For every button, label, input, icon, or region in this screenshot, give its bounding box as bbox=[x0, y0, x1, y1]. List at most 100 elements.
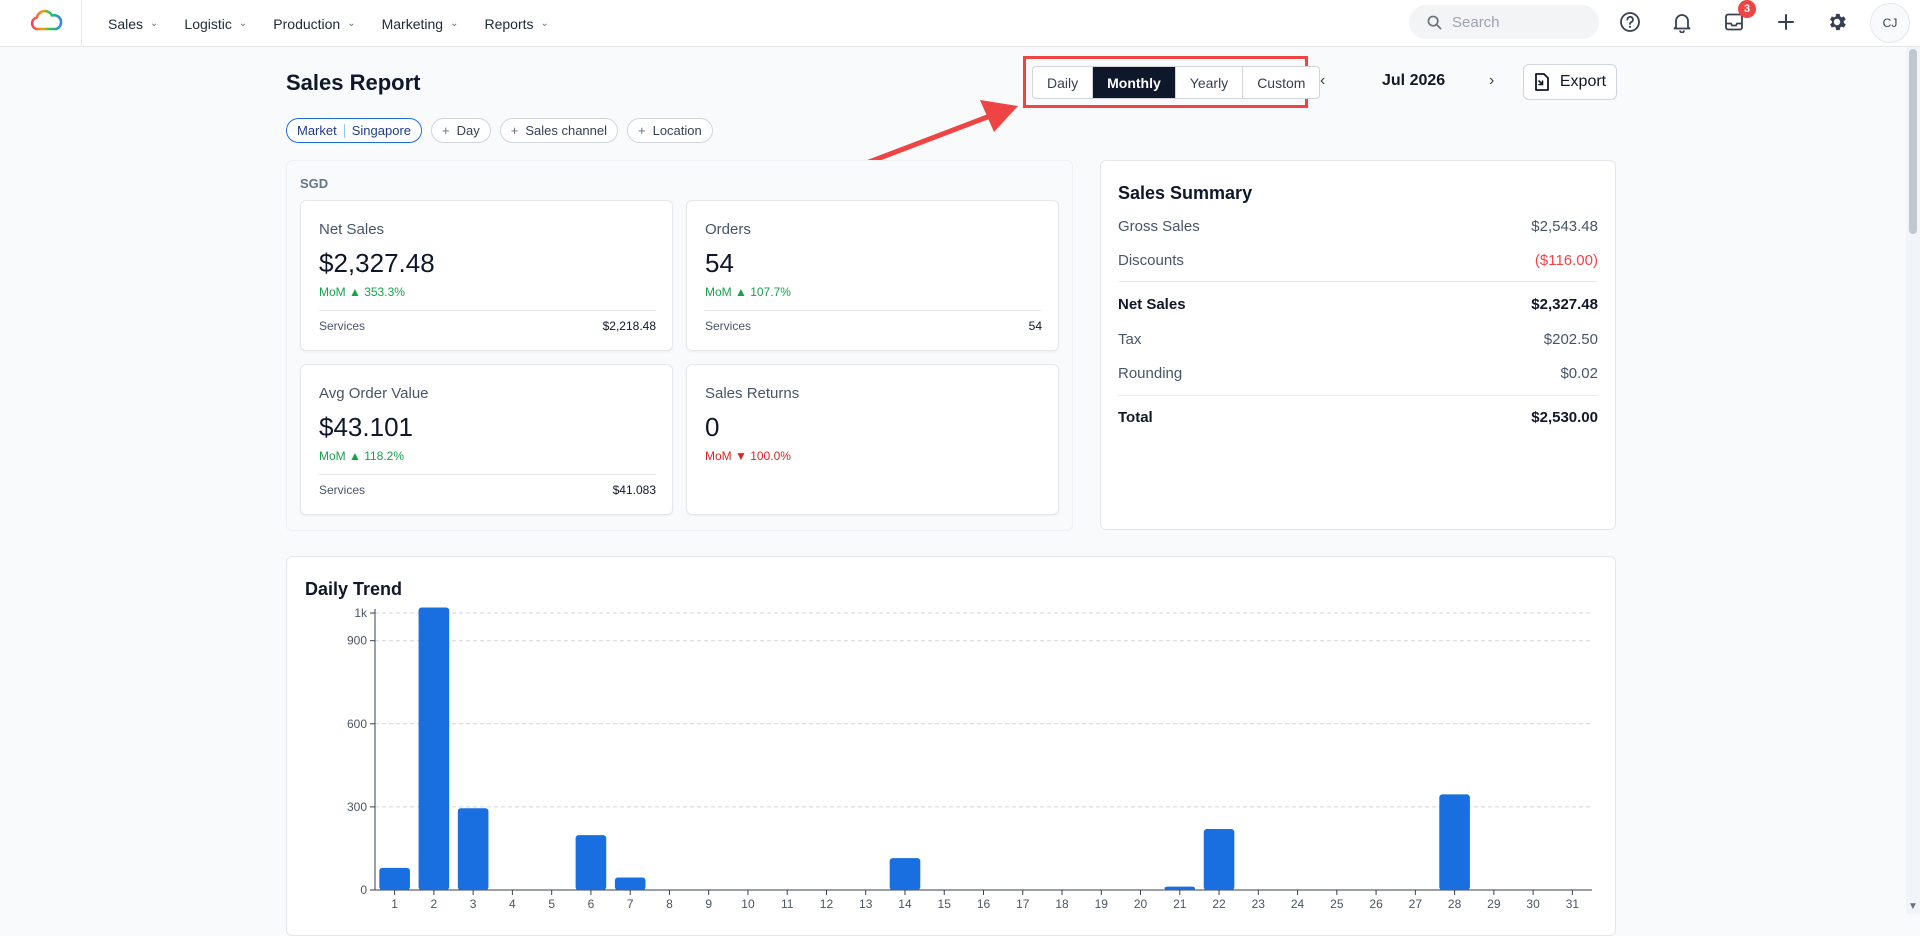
add-day-filter[interactable]: + Day bbox=[431, 118, 491, 143]
period-mode-toggle: Daily Monthly Yearly Custom bbox=[1032, 66, 1321, 99]
summary-row-tax: Tax $202.50 bbox=[1118, 331, 1598, 348]
main-nav: Sales ⌄ Logistic ⌄ Production ⌄ Marketing ⌄ … bbox=[108, 0, 575, 47]
x-tick-label: 30 bbox=[1526, 897, 1540, 911]
summary-value: $0.02 bbox=[1560, 365, 1598, 382]
nav-marketing[interactable]: Marketing ⌄ bbox=[382, 16, 459, 32]
mode-custom-button[interactable]: Custom bbox=[1243, 67, 1319, 98]
daily-trend-card: Daily Trend 0 300 600 900 1k 1 2 3 4 5 6 7 8 9 10 11 12 1… bbox=[286, 556, 1616, 936]
x-tick-label: 3 bbox=[470, 897, 477, 911]
kpi-label: Avg Order Value bbox=[319, 385, 429, 402]
summary-value: $2,530.00 bbox=[1531, 409, 1598, 426]
x-tick-label: 20 bbox=[1134, 897, 1148, 911]
scrollbar-thumb[interactable] bbox=[1909, 49, 1917, 234]
top-navbar: Sales ⌄ Logistic ⌄ Production ⌄ Marketing ⌄ … bbox=[0, 0, 1920, 47]
nav-reports[interactable]: Reports ⌄ bbox=[484, 16, 548, 32]
kpi-card-avg-order-value[interactable]: Avg Order Value $43.101 MoM ▲ 118.2% Ser… bbox=[300, 364, 673, 515]
x-tick-label: 8 bbox=[666, 897, 673, 911]
nav-sales[interactable]: Sales ⌄ bbox=[108, 16, 158, 32]
x-tick-label: 16 bbox=[977, 897, 991, 911]
summary-label: Gross Sales bbox=[1118, 218, 1200, 235]
nav-label: Production bbox=[273, 15, 341, 32]
page-scrollbar[interactable]: ▼ bbox=[1906, 47, 1920, 914]
mode-monthly-button[interactable]: Monthly bbox=[1093, 67, 1176, 98]
search-input[interactable]: Search bbox=[1409, 5, 1599, 39]
kpi-card-orders[interactable]: Orders 54 MoM ▲ 107.7% Services 54 bbox=[686, 200, 1059, 351]
summary-value: $2,543.48 bbox=[1531, 218, 1598, 235]
currency-label: SGD bbox=[300, 176, 329, 191]
nav-logistic[interactable]: Logistic ⌄ bbox=[184, 16, 247, 32]
chevron-down-icon: ⌄ bbox=[150, 18, 159, 29]
x-tick-label: 12 bbox=[820, 897, 834, 911]
market-filter-chip[interactable]: Market Singapore bbox=[286, 118, 423, 143]
mode-yearly-button[interactable]: Yearly bbox=[1176, 67, 1244, 98]
file-export-icon bbox=[1534, 73, 1549, 91]
kpi-sub-value: 54 bbox=[1028, 319, 1042, 333]
plus-icon: + bbox=[442, 123, 450, 138]
x-tick-label: 31 bbox=[1566, 897, 1580, 911]
summary-row-discounts: Discounts ($116.00) bbox=[1118, 252, 1598, 269]
plus-icon: + bbox=[638, 123, 646, 138]
kpi-sub-value: $2,218.48 bbox=[602, 319, 656, 333]
x-tick-label: 11 bbox=[781, 897, 794, 911]
avatar[interactable]: CJ bbox=[1870, 3, 1910, 43]
kpi-value: $2,327.48 bbox=[319, 248, 435, 278]
nav-label: Sales bbox=[108, 15, 144, 32]
chevron-right-icon[interactable]: › bbox=[1489, 72, 1494, 90]
bar bbox=[889, 858, 921, 890]
market-filter-key: Market bbox=[297, 123, 337, 138]
kpi-label: Net Sales bbox=[319, 221, 385, 238]
bar bbox=[575, 835, 607, 890]
filter-label: Location bbox=[652, 123, 702, 138]
bar bbox=[1203, 829, 1235, 890]
kpi-delta: MoM ▲ 353.3% bbox=[319, 285, 405, 299]
inbox-icon[interactable]: 3 bbox=[1721, 0, 1756, 35]
kpi-card-net-sales[interactable]: Net Sales $2,327.48 MoM ▲ 353.3% Service… bbox=[300, 200, 673, 351]
inbox-badge: 3 bbox=[1738, 0, 1756, 18]
bar bbox=[1164, 886, 1196, 890]
nav-label: Marketing bbox=[381, 15, 444, 32]
gear-icon[interactable] bbox=[1824, 9, 1850, 35]
kpi-sub-label: Services bbox=[319, 483, 366, 497]
cloud-logo-icon[interactable] bbox=[28, 8, 64, 36]
y-tick-label: 600 bbox=[347, 717, 367, 731]
bar bbox=[1439, 794, 1470, 890]
kpi-delta: MoM ▲ 107.7% bbox=[705, 285, 791, 299]
scroll-down-arrow-icon[interactable]: ▼ bbox=[1908, 901, 1918, 912]
x-tick-label: 10 bbox=[741, 897, 755, 911]
kpi-card-sales-returns[interactable]: Sales Returns 0 MoM ▼ 100.0% bbox=[686, 364, 1059, 515]
help-icon[interactable] bbox=[1617, 9, 1643, 35]
kpi-value: 54 bbox=[705, 248, 734, 278]
summary-divider bbox=[1118, 281, 1598, 282]
nav-label: Logistic bbox=[184, 15, 232, 32]
kpi-value: 0 bbox=[705, 412, 720, 442]
mode-daily-button[interactable]: Daily bbox=[1033, 67, 1094, 98]
summary-label: Net Sales bbox=[1118, 296, 1186, 313]
bar bbox=[379, 867, 410, 890]
x-tick-label: 19 bbox=[1095, 897, 1109, 911]
x-tick-label: 18 bbox=[1055, 897, 1069, 911]
x-tick-label: 21 bbox=[1173, 897, 1187, 911]
search-placeholder: Search bbox=[1452, 13, 1500, 31]
search-icon bbox=[1427, 15, 1442, 29]
x-tick-label: 25 bbox=[1330, 897, 1344, 911]
kpi-label: Orders bbox=[705, 221, 751, 238]
add-sales-channel-filter[interactable]: + Sales channel bbox=[499, 118, 618, 143]
summary-row-rounding: Rounding $0.02 bbox=[1118, 365, 1598, 382]
kpi-value: $43.101 bbox=[319, 412, 413, 442]
summary-row-total: Total $2,530.00 bbox=[1118, 409, 1598, 426]
bar bbox=[457, 808, 489, 890]
chevron-left-icon[interactable]: ‹ bbox=[1320, 72, 1325, 90]
nav-production[interactable]: Production ⌄ bbox=[273, 16, 355, 32]
bell-icon[interactable] bbox=[1669, 9, 1695, 35]
daily-trend-chart: 03006009001k1 2 3 4 5 6 7 8 9 10 11 12 13 14 15 16 17 18 1… bbox=[347, 606, 1592, 911]
summary-row-net-sales: Net Sales $2,327.48 bbox=[1118, 296, 1598, 313]
export-button[interactable]: Export bbox=[1523, 64, 1617, 100]
plus-icon[interactable] bbox=[1773, 9, 1799, 35]
x-tick-label: 23 bbox=[1252, 897, 1266, 911]
export-label: Export bbox=[1559, 73, 1607, 90]
logo-divider bbox=[81, 0, 82, 47]
x-tick-label: 28 bbox=[1448, 897, 1462, 911]
x-tick-label: 24 bbox=[1291, 897, 1305, 911]
x-tick-label: 17 bbox=[1016, 897, 1030, 911]
add-location-filter[interactable]: + Location bbox=[627, 118, 713, 143]
